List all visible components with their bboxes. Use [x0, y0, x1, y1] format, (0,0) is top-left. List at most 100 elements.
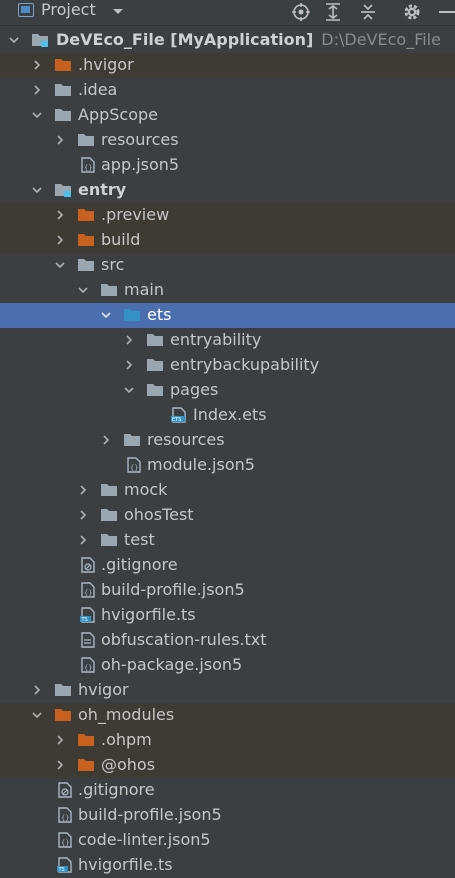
tree-row-obfuscation-rules[interactable]: obfuscation-rules.txt [0, 628, 455, 653]
tree-item-label: ohosTest [124, 505, 194, 524]
tree-row-hvigor[interactable]: hvigor [0, 678, 455, 703]
tree-row-app-json5[interactable]: {} app.json5 [0, 153, 455, 178]
chevron-right-icon[interactable] [31, 684, 43, 696]
tree-row-ets[interactable]: ets [0, 303, 455, 328]
ignore-file-icon [81, 557, 95, 573]
folder-icon [147, 359, 163, 371]
collapse-all-icon[interactable] [357, 2, 379, 22]
tree-row-build[interactable]: build [0, 228, 455, 253]
tree-item-label: .ohpm [101, 730, 152, 749]
folder-icon [101, 534, 117, 546]
folder-icon [78, 259, 94, 271]
tree-item-label: entry [78, 180, 127, 199]
json-file-icon: {} [127, 457, 141, 473]
json-file-icon: {} [58, 807, 72, 823]
chevron-down-icon[interactable] [111, 4, 125, 18]
chevron-right-icon[interactable] [77, 484, 89, 496]
chevron-down-icon[interactable] [123, 384, 135, 396]
tree-row-pages[interactable]: pages [0, 378, 455, 403]
expand-all-icon[interactable] [322, 2, 344, 22]
svg-text:TS: TS [81, 617, 88, 623]
chevron-right-icon[interactable] [123, 359, 135, 371]
tree-item-label: .gitignore [78, 780, 155, 799]
chevron-right-icon[interactable] [123, 334, 135, 346]
tree-row-entry-gitignore[interactable]: .gitignore [0, 553, 455, 578]
tree-item-label: pages [170, 380, 219, 399]
chevron-down-icon[interactable] [31, 709, 43, 721]
settings-icon[interactable] [401, 2, 423, 22]
svg-text:{}: {} [84, 164, 92, 172]
project-icon [18, 3, 34, 17]
json-file-icon: {} [58, 832, 72, 848]
tree-row-appscope-resources[interactable]: resources [0, 128, 455, 153]
tree-row-ohostest[interactable]: ohosTest [0, 503, 455, 528]
svg-text:{}: {} [61, 839, 69, 847]
tree-row-idea[interactable]: .idea [0, 78, 455, 103]
folder-icon [55, 709, 71, 721]
tree-row-main-resources[interactable]: resources [0, 428, 455, 453]
locate-icon[interactable] [290, 2, 312, 22]
tree-row-root-hvigorfile[interactable]: TS hvigorfile.ts [0, 853, 455, 878]
tree-row-root[interactable]: DeVEco_File [MyApplication] D:\DeVEco_Fil… [0, 28, 455, 53]
tree-item-label: mock [124, 480, 168, 499]
chevron-right-icon[interactable] [77, 509, 89, 521]
tree-row-ohpm[interactable]: .ohpm [0, 728, 455, 753]
chevron-down-icon[interactable] [100, 309, 112, 321]
hide-icon[interactable] [436, 2, 455, 22]
project-tool-window-header: Project [0, 0, 455, 26]
chevron-down-icon[interactable] [31, 184, 43, 196]
chevron-down-icon[interactable] [8, 34, 20, 46]
tree-row-root-build-profile[interactable]: {} build-profile.json5 [0, 803, 455, 828]
tree-item-label: build [101, 230, 141, 249]
tree-row-preview[interactable]: .preview [0, 203, 455, 228]
tree-item-label: oh_modules [78, 705, 175, 724]
tree-row-entry-build-profile[interactable]: {} build-profile.json5 [0, 578, 455, 603]
tree-row-appscope[interactable]: AppScope [0, 103, 455, 128]
tree-item-label: resources [101, 130, 179, 149]
tree-row-entryability[interactable]: entryability [0, 328, 455, 353]
tree-row-ohos[interactable]: @ohos [0, 753, 455, 778]
chevron-right-icon[interactable] [77, 534, 89, 546]
chevron-right-icon[interactable] [54, 134, 66, 146]
tree-row-src[interactable]: src [0, 253, 455, 278]
chevron-right-icon[interactable] [100, 434, 112, 446]
chevron-right-icon[interactable] [31, 59, 43, 71]
source-folder-icon [124, 309, 140, 321]
tree-row-entry-oh-package[interactable]: {} oh-package.json5 [0, 653, 455, 678]
tree-row-module-json5[interactable]: {} module.json5 [0, 453, 455, 478]
folder-icon [78, 134, 94, 146]
tree-row-entrybackupability[interactable]: entrybackupability [0, 353, 455, 378]
tree-row-entry[interactable]: entry [0, 178, 455, 203]
chevron-right-icon[interactable] [54, 209, 66, 221]
tool-window-title[interactable]: Project [41, 0, 96, 20]
text-file-icon [81, 632, 95, 648]
chevron-right-icon[interactable] [54, 234, 66, 246]
tree-item-label: oh-package.json5 [101, 655, 243, 674]
tree-row-root-gitignore[interactable]: .gitignore [0, 778, 455, 803]
tree-row-hvigor-hidden[interactable]: .hvigor [0, 53, 455, 78]
tree-row-main[interactable]: main [0, 278, 455, 303]
tree-item-label: DeVEco_File [MyApplication] D:\DeVEco_Fil… [56, 30, 441, 50]
chevron-right-icon[interactable] [54, 734, 66, 746]
tree-row-entry-hvigorfile[interactable]: TS hvigorfile.ts [0, 603, 455, 628]
folder-icon [147, 334, 163, 346]
typescript-file-icon: TS [57, 857, 72, 873]
chevron-down-icon[interactable] [31, 109, 43, 121]
tree-item-label: obfuscation-rules.txt [101, 630, 267, 649]
tree-row-test[interactable]: test [0, 528, 455, 553]
chevron-down-icon[interactable] [77, 284, 89, 296]
tree-row-mock[interactable]: mock [0, 478, 455, 503]
chevron-right-icon[interactable] [54, 759, 66, 771]
chevron-right-icon[interactable] [31, 84, 43, 96]
folder-icon [78, 734, 94, 746]
tree-item-label: .gitignore [101, 555, 178, 574]
tree-row-code-linter[interactable]: {} code-linter.json5 [0, 828, 455, 853]
tree-item-label: ets [147, 305, 172, 324]
folder-icon [101, 484, 117, 496]
tree-row-oh-modules[interactable]: oh_modules [0, 703, 455, 728]
chevron-down-icon[interactable] [54, 259, 66, 271]
svg-text:{}: {} [84, 664, 92, 672]
tree-item-label: .preview [101, 205, 170, 224]
svg-text:{}: {} [61, 814, 69, 822]
tree-row-index-ets[interactable]: ETS Index.ets [0, 403, 455, 428]
